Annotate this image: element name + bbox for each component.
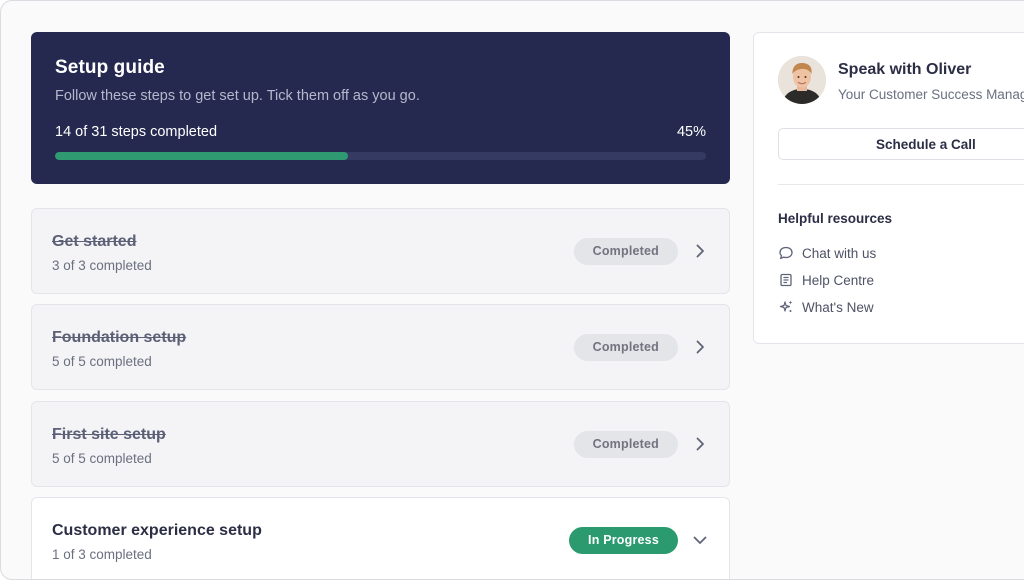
progress-summary: 14 of 31 steps completed 45% <box>55 122 706 142</box>
status-badge: Completed <box>573 431 678 458</box>
resources-title: Helpful resources <box>778 211 893 226</box>
resource-label: Chat with us <box>802 245 877 261</box>
section-title: Get started <box>52 233 137 250</box>
chevron-right-icon[interactable] <box>691 338 709 356</box>
section-customer-experience-setup[interactable]: Customer experience setup 1 of 3 complet… <box>31 497 730 579</box>
section-title: First site setup <box>52 426 166 443</box>
progress-bar-fill <box>55 152 348 160</box>
csm-role: Your Customer Success Manager <box>838 87 1024 102</box>
section-title: Customer experience setup <box>52 522 262 539</box>
sparkle-icon <box>778 299 794 315</box>
status-badge: In Progress <box>569 527 678 554</box>
avatar <box>778 56 826 104</box>
chevron-down-icon[interactable] <box>691 531 709 549</box>
progress-bar <box>55 152 706 160</box>
section-progress-text: 3 of 3 completed <box>52 258 152 273</box>
resource-label: Help Centre <box>802 272 875 288</box>
customer-success-panel: Speak with Oliver Your Customer Success … <box>753 32 1024 344</box>
setup-guide-header: Setup guide Follow these steps to get se… <box>31 32 730 184</box>
section-progress-text: 5 of 5 completed <box>52 451 152 466</box>
section-foundation-setup[interactable]: Foundation setup 5 of 5 completed Comple… <box>31 304 730 390</box>
status-badge: Completed <box>573 238 678 265</box>
resource-help-centre[interactable]: Help Centre <box>778 271 874 289</box>
progress-percent: 45% <box>676 124 706 140</box>
csm-name: Speak with Oliver <box>838 61 972 78</box>
divider <box>778 184 1024 185</box>
chevron-right-icon[interactable] <box>691 435 709 453</box>
section-get-started[interactable]: Get started 3 of 3 completed Completed <box>31 208 730 294</box>
steps-completed-text: 14 of 31 steps completed <box>55 124 218 140</box>
page-subtitle: Follow these steps to get set up. Tick t… <box>55 88 420 104</box>
chat-bubble-icon <box>778 245 794 261</box>
section-title: Foundation setup <box>52 329 187 346</box>
section-first-site-setup[interactable]: First site setup 5 of 5 completed Comple… <box>31 401 730 487</box>
status-badge: Completed <box>573 334 678 361</box>
section-progress-text: 5 of 5 completed <box>52 354 152 369</box>
resource-whats-new[interactable]: What's New <box>778 298 874 316</box>
app-frame: Setup guide Follow these steps to get se… <box>0 0 1024 580</box>
chevron-right-icon[interactable] <box>691 242 709 260</box>
book-icon <box>778 272 794 288</box>
section-progress-text: 1 of 3 completed <box>52 547 152 562</box>
page-title: Setup guide <box>55 57 165 78</box>
schedule-call-button[interactable]: Schedule a Call <box>778 128 1024 160</box>
resource-label: What's New <box>802 299 874 315</box>
resource-chat-with-us[interactable]: Chat with us <box>778 244 876 262</box>
